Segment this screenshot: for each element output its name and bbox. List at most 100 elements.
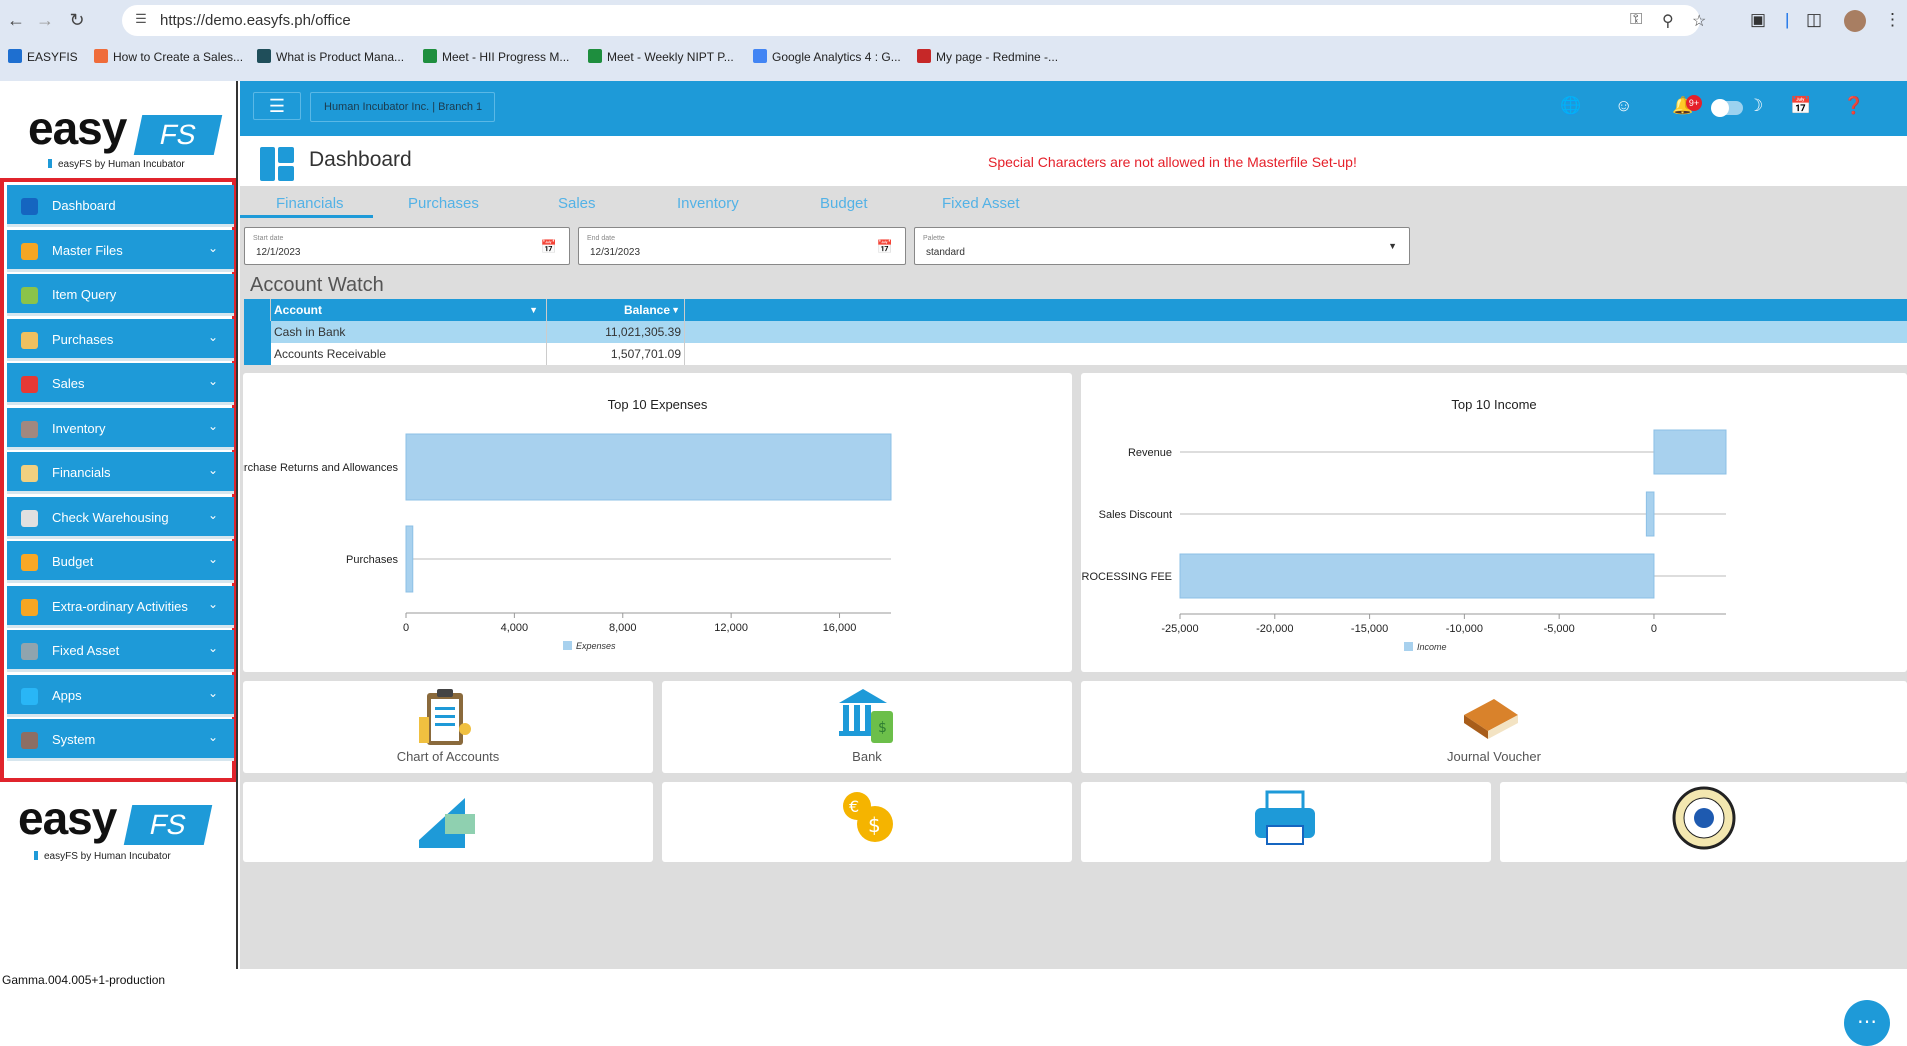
bookmark-3[interactable]: Meet - HII Progress M...: [423, 49, 569, 64]
tab-sales[interactable]: Sales: [558, 195, 596, 212]
chevron-down-icon: ⌄: [207, 374, 218, 388]
sidepanel-icon[interactable]: ◫: [1806, 10, 1822, 30]
sidebar-item-item-query[interactable]: Item Query: [7, 274, 234, 316]
globe-icon[interactable]: 🌐: [1560, 96, 1581, 116]
brand-logo-footer: easy FS easyFS by Human Incubator: [18, 795, 213, 862]
sidebar-item-label: Sales: [52, 376, 85, 391]
tab-budget[interactable]: Budget: [820, 195, 868, 212]
extensions-icon[interactable]: ▣: [1750, 10, 1766, 30]
tab-fixed-asset[interactable]: Fixed Asset: [942, 195, 1020, 212]
activities-icon: [21, 599, 38, 616]
bookmark-2[interactable]: What is Product Mana...: [257, 49, 404, 64]
chevron-down-icon: ⌄: [207, 330, 218, 344]
page-title: Dashboard: [309, 148, 412, 171]
back-icon[interactable]: ←: [5, 9, 27, 31]
browser-chrome: ← → ↻ ☰ https://demo.easyfs.ph/office ⚿ …: [0, 0, 1907, 81]
caret-down-icon[interactable]: ▼: [1388, 241, 1397, 251]
col-account[interactable]: Account ▼: [271, 299, 547, 321]
sidebar-item-label: Dashboard: [52, 198, 116, 213]
financials-icon: [21, 465, 38, 482]
user-icon[interactable]: ☺: [1615, 96, 1632, 116]
sidebar-item-dashboard[interactable]: Dashboard: [7, 185, 234, 227]
row-selector[interactable]: [244, 321, 271, 343]
legend-swatch: [563, 641, 572, 650]
bookmark-favicon-icon: [753, 49, 767, 63]
sidebar-item-financials[interactable]: Financials ⌄: [7, 452, 234, 494]
tab-financials[interactable]: Financials: [276, 195, 344, 212]
hamburger-menu-button[interactable]: ☰: [253, 92, 301, 120]
tile-seal[interactable]: [1500, 782, 1907, 862]
site-info-icon[interactable]: ☰: [132, 11, 150, 29]
table-row[interactable]: Accounts Receivable 1,507,701.09: [244, 343, 1907, 365]
palette-select[interactable]: Palette standard ▼: [914, 227, 1410, 265]
help-icon[interactable]: ❓: [1843, 96, 1864, 116]
bookmark-5[interactable]: Google Analytics 4 : G...: [753, 49, 901, 64]
profile-avatar[interactable]: [1844, 10, 1866, 32]
moon-icon: ☽: [1748, 96, 1764, 115]
filter-icon[interactable]: ▼: [671, 299, 680, 321]
bookmark-6[interactable]: My page - Redmine -...: [917, 49, 1058, 64]
filter-icon[interactable]: ▼: [529, 299, 538, 321]
bookmark-4[interactable]: Meet - Weekly NIPT P...: [588, 49, 734, 64]
tile-journal-voucher[interactable]: Journal Voucher: [1081, 681, 1907, 773]
start-date-field[interactable]: Start date 12/1/2023 📅: [244, 227, 570, 265]
tab-inventory[interactable]: Inventory: [677, 195, 739, 212]
sidebar-item-label: Purchases: [52, 332, 114, 347]
reload-icon[interactable]: ↻: [66, 9, 88, 31]
x-tick-label: -25,000: [1161, 623, 1198, 635]
legend-label: Income: [1417, 642, 1447, 652]
tile-chart-of-accounts[interactable]: Chart of Accounts: [243, 681, 653, 773]
sidebar-item-label: Inventory: [52, 421, 106, 436]
sidebar-item-extra-ordinary-activities[interactable]: Extra-ordinary Activities ⌄: [7, 586, 234, 628]
purchases-icon: [21, 332, 38, 349]
bar: [1653, 429, 1727, 475]
tile-bank[interactable]: $ Bank: [662, 681, 1072, 773]
bookmark-favicon-icon: [423, 49, 437, 63]
address-bar[interactable]: ☰ https://demo.easyfs.ph/office ⚿ ⚲ ☆: [122, 5, 1706, 36]
tile-check[interactable]: [243, 782, 653, 862]
sidebar-item-check-warehousing[interactable]: Check Warehousing ⌄: [7, 497, 234, 539]
chat-fab-button[interactable]: ⋯: [1844, 1000, 1890, 1046]
currency-exchange-icon: € $: [843, 792, 893, 842]
menu-kebab-icon[interactable]: ⋮: [1884, 10, 1901, 30]
end-date-field[interactable]: End date 12/31/2023 📅: [578, 227, 906, 265]
tab-purchases[interactable]: Purchases: [408, 195, 479, 212]
sidebar-item-master-files[interactable]: Master Files ⌄: [7, 230, 234, 272]
divider-icon: |: [1785, 10, 1790, 29]
sidebar-item-inventory[interactable]: Inventory ⌄: [7, 408, 234, 450]
calendar-icon[interactable]: 📅: [877, 239, 893, 255]
sidebar-item-purchases[interactable]: Purchases ⌄: [7, 319, 234, 361]
zoom-icon[interactable]: ⚲: [1662, 11, 1674, 31]
tile-currency-exchange[interactable]: € $: [662, 782, 1072, 862]
url-text[interactable]: https://demo.easyfs.ph/office: [160, 12, 351, 29]
app: easy FS easyFS by Human Incubator Dashbo…: [0, 81, 1907, 1046]
branch-selector[interactable]: Human Incubator Inc. | Branch 1: [310, 92, 495, 122]
table-row[interactable]: Cash in Bank 11,021,305.39: [244, 321, 1907, 343]
sidebar-item-budget[interactable]: Budget ⌄: [7, 541, 234, 583]
row-selector[interactable]: [244, 343, 271, 365]
forward-icon[interactable]: →: [34, 9, 56, 31]
master-files-icon: [21, 243, 38, 260]
brand-logo[interactable]: easy FS easyFS by Human Incubator: [28, 105, 223, 170]
star-icon[interactable]: ☆: [1692, 11, 1706, 31]
check-icon: [419, 798, 475, 848]
bookmark-0[interactable]: EASYFIS: [8, 49, 78, 64]
sidebar-item-system[interactable]: System ⌄: [7, 719, 234, 761]
sidebar-item-apps[interactable]: Apps ⌄: [7, 675, 234, 717]
sidebar-item-fixed-asset[interactable]: Fixed Asset ⌄: [7, 630, 234, 672]
calendar-icon[interactable]: 📅: [1790, 96, 1811, 116]
key-icon[interactable]: ⚿: [1630, 11, 1642, 29]
chevron-down-icon: ⌄: [207, 508, 218, 522]
sidebar-item-label: Fixed Asset: [52, 643, 120, 658]
col-balance[interactable]: Balance ▼: [547, 299, 685, 321]
bookmark-favicon-icon: [94, 49, 108, 63]
chevron-down-icon: ⌄: [207, 686, 218, 700]
tile-printer[interactable]: [1081, 782, 1491, 862]
theme-toggle[interactable]: [1711, 99, 1743, 117]
svg-text:$: $: [868, 813, 881, 837]
bookmark-1[interactable]: How to Create a Sales...: [94, 49, 243, 64]
sidebar-item-sales[interactable]: Sales ⌄: [7, 363, 234, 405]
clipboard-icon: [419, 689, 471, 745]
calendar-icon[interactable]: 📅: [541, 239, 557, 255]
x-tick-label: 16,000: [823, 622, 857, 634]
